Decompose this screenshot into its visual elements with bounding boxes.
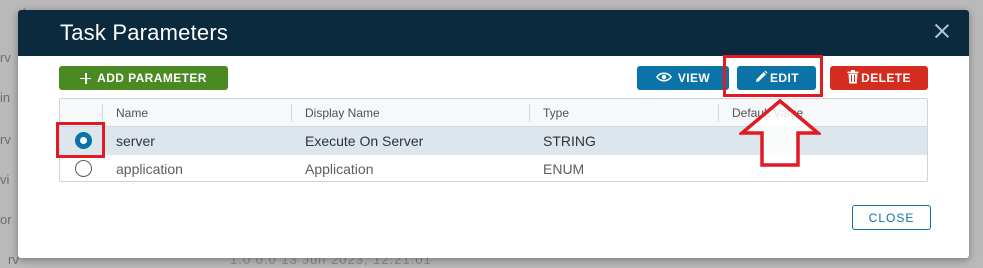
cell-name: server — [116, 133, 155, 149]
trash-icon — [847, 69, 859, 87]
column-header-type: Type — [543, 106, 570, 120]
edit-button[interactable]: EDIT — [737, 66, 816, 90]
background-text: vi — [0, 172, 10, 187]
column-header-default-value: Default Value — [732, 106, 804, 120]
plus-icon — [80, 72, 92, 84]
table-row[interactable]: application Application ENUM — [60, 155, 927, 181]
close-button[interactable]: CLOSE — [852, 205, 931, 230]
column-header-display-name: Display Name — [305, 106, 380, 120]
dialog-title: Task Parameters — [60, 20, 229, 45]
eye-icon — [655, 71, 672, 85]
column-divider — [102, 104, 103, 122]
view-button[interactable]: VIEW — [637, 66, 729, 90]
row-select-radio[interactable] — [75, 160, 92, 177]
view-label: VIEW — [677, 71, 711, 85]
parameters-table: Name Display Name Type Default Value ser… — [59, 98, 928, 182]
add-parameter-label: ADD PARAMETER — [97, 71, 207, 85]
background-text: in — [0, 90, 11, 105]
add-parameter-button[interactable]: ADD PARAMETER — [59, 66, 228, 90]
column-header-name: Name — [116, 106, 149, 120]
table-header: Name Display Name Type Default Value — [60, 99, 927, 127]
close-icon[interactable] — [931, 20, 953, 42]
column-divider — [291, 104, 292, 122]
task-parameters-dialog: Task Parameters ADD PARAMETER VIEW EDIT — [18, 10, 969, 258]
edit-label: EDIT — [770, 71, 799, 85]
cell-name: application — [116, 161, 183, 177]
row-select-radio[interactable] — [75, 132, 92, 149]
background-text: rv — [0, 50, 11, 65]
cell-type: STRING — [543, 133, 596, 149]
table-row[interactable]: server Execute On Server STRING — [60, 127, 927, 155]
cell-display-name: Application — [305, 161, 374, 177]
dialog-header: Task Parameters — [18, 10, 969, 56]
column-divider — [718, 104, 719, 122]
background-text: or — [0, 212, 12, 227]
pencil-icon — [754, 70, 768, 87]
background-text: rv — [0, 132, 11, 147]
delete-button[interactable]: DELETE — [830, 66, 928, 90]
column-divider — [529, 104, 530, 122]
cell-display-name: Execute On Server — [305, 133, 424, 149]
cell-type: ENUM — [543, 161, 585, 177]
delete-label: DELETE — [861, 71, 911, 85]
